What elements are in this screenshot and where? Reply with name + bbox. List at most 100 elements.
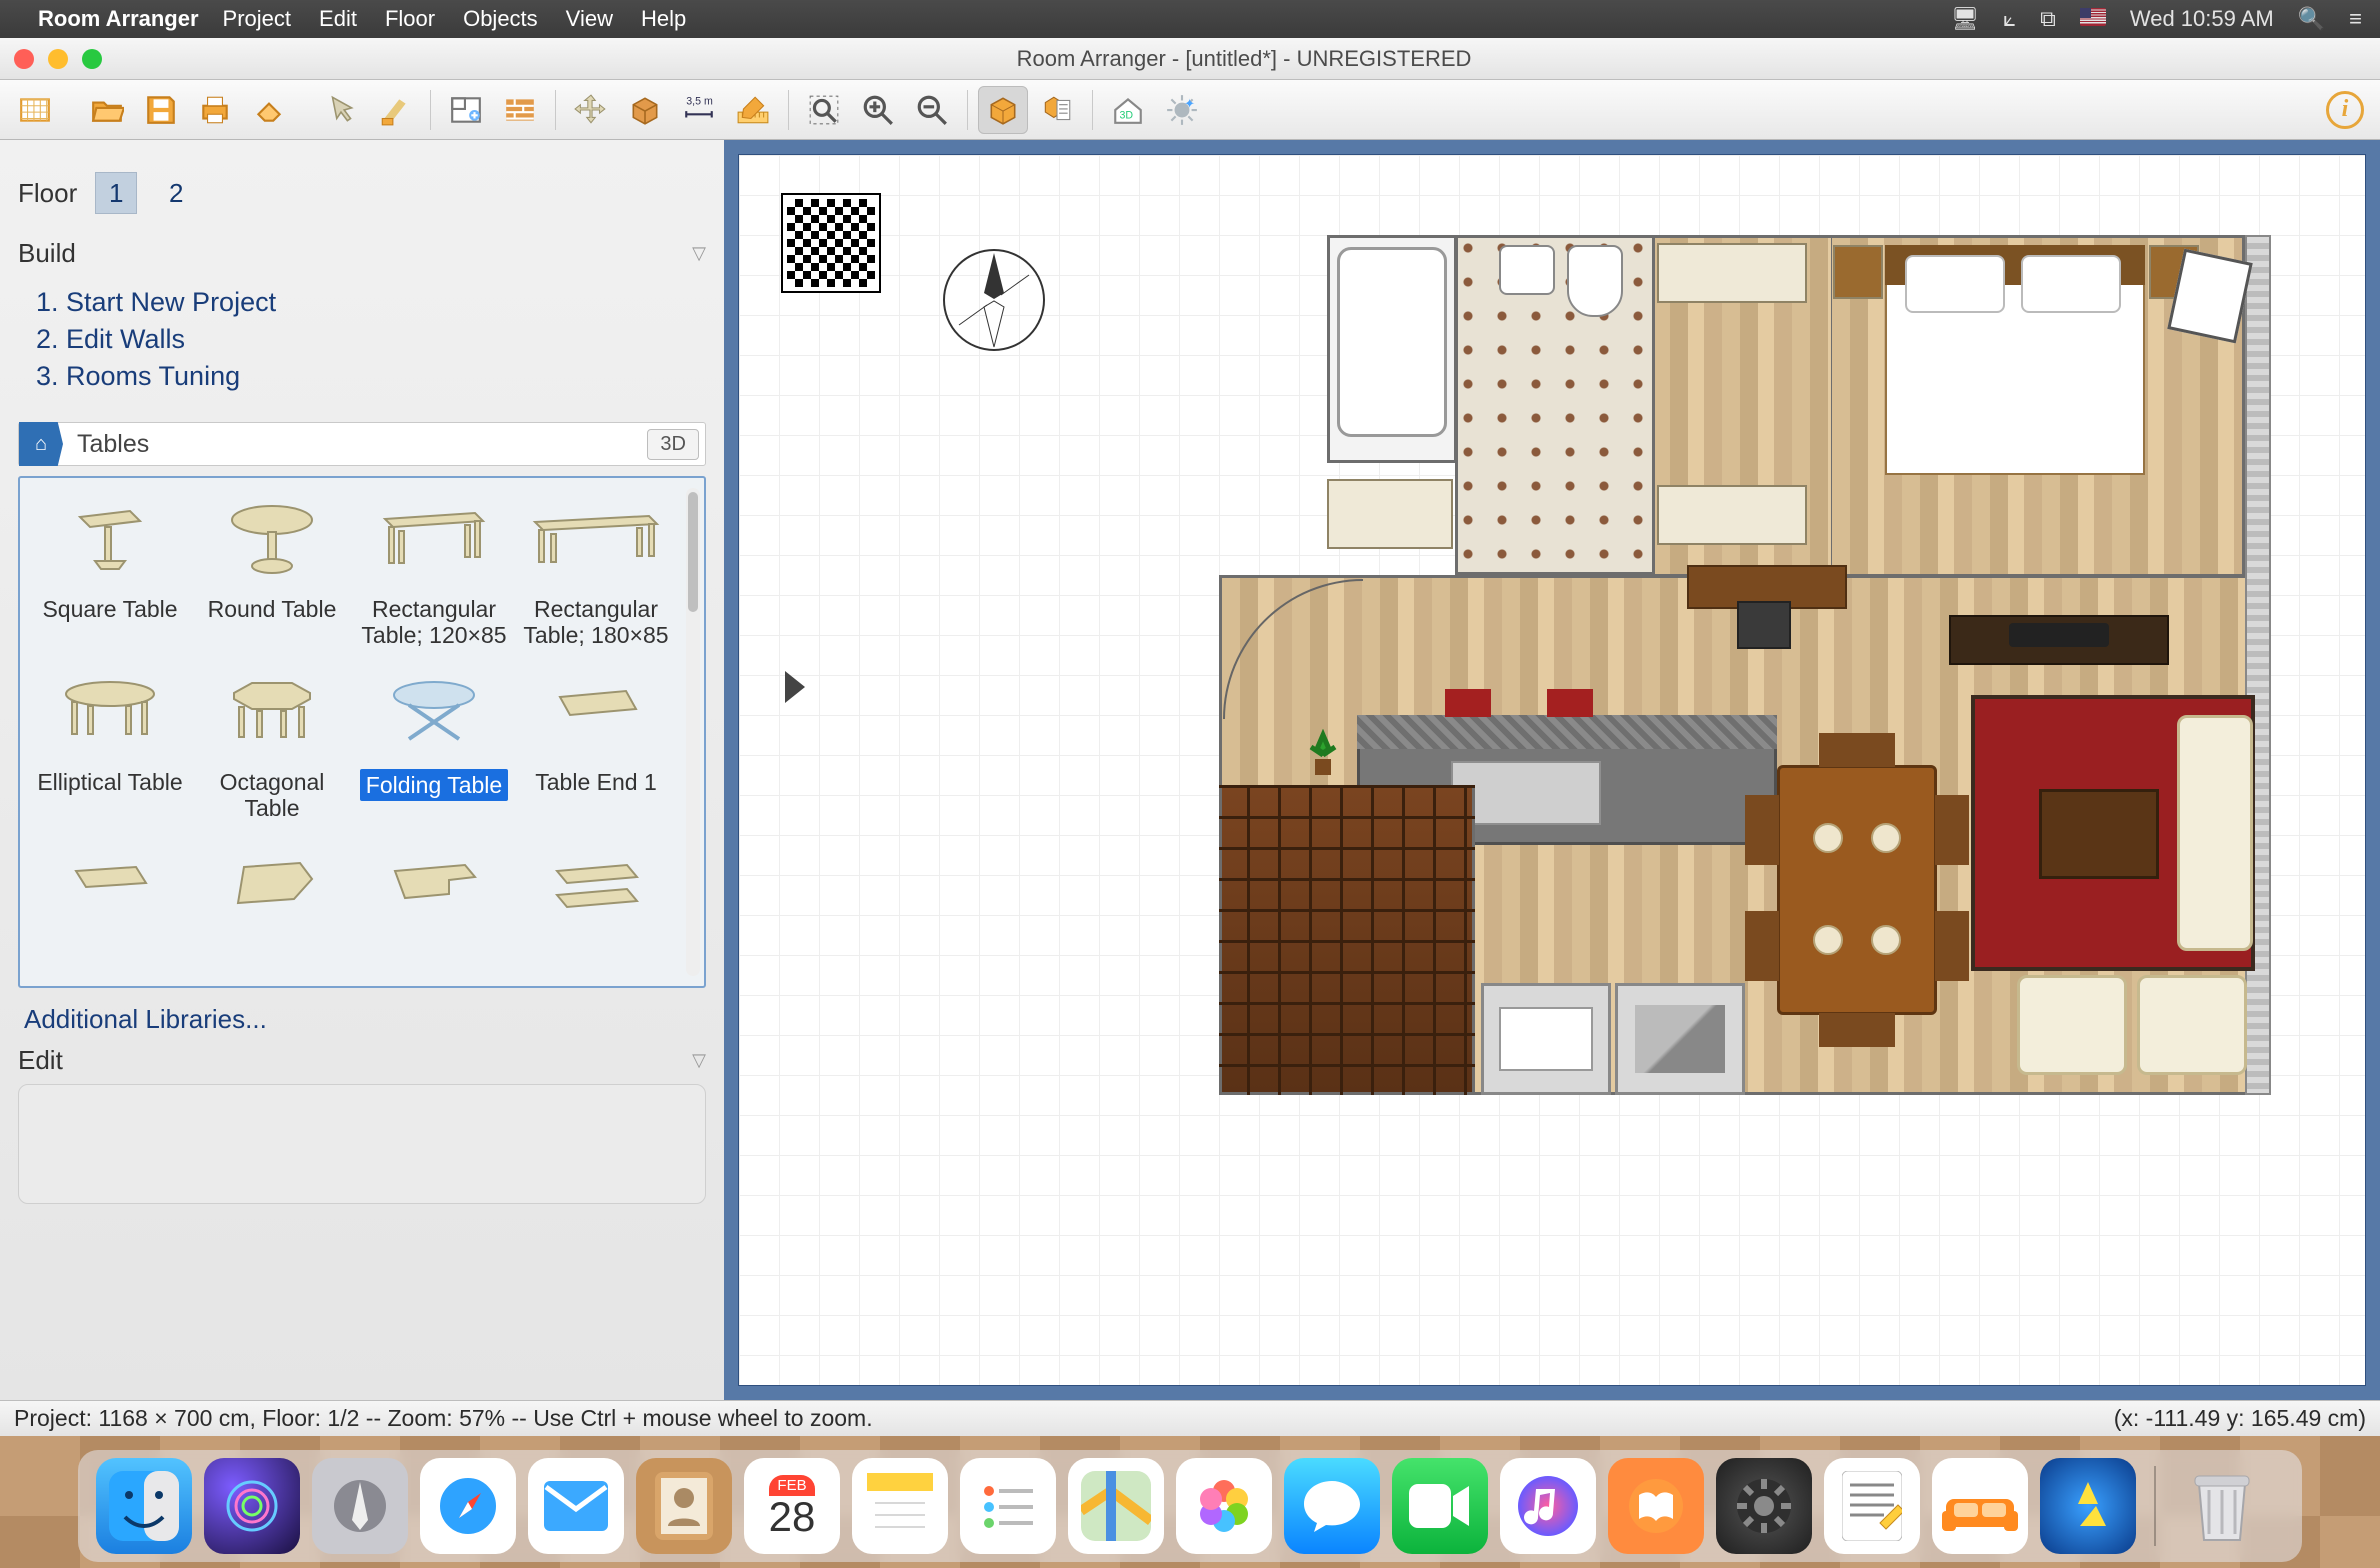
expand-panel-icon[interactable] bbox=[779, 667, 809, 707]
desktop-background: FEB28 bbox=[0, 1436, 2380, 1568]
zoom-fit-button[interactable] bbox=[799, 86, 849, 134]
category-bar: ⌂ Tables 3D bbox=[18, 422, 706, 466]
dock-app-icon[interactable] bbox=[2040, 1458, 2136, 1554]
zoom-in-button[interactable] bbox=[853, 86, 903, 134]
svg-text:✦: ✦ bbox=[1184, 95, 1195, 110]
display-icon[interactable]: 🖥 bbox=[1951, 6, 1979, 32]
build-step-edit-walls[interactable]: 2. Edit Walls bbox=[36, 324, 688, 355]
ruler-edit-button[interactable] bbox=[728, 86, 778, 134]
input-flag-icon[interactable] bbox=[2080, 6, 2106, 32]
category-home-icon[interactable]: ⌂ bbox=[19, 422, 63, 466]
floor-1-button[interactable]: 1 bbox=[95, 172, 137, 214]
category-name[interactable]: Tables bbox=[63, 430, 647, 459]
new-project-button[interactable] bbox=[10, 86, 60, 134]
dock-itunes-icon[interactable] bbox=[1500, 1458, 1596, 1554]
table-item-square[interactable]: Square Table bbox=[30, 488, 190, 655]
macos-dock: FEB28 bbox=[78, 1450, 2302, 1562]
dock-messages-icon[interactable] bbox=[1284, 1458, 1380, 1554]
menu-objects[interactable]: Objects bbox=[463, 6, 538, 32]
menu-list-icon[interactable]: ≡ bbox=[2349, 6, 2362, 32]
dock-maps-icon[interactable] bbox=[1068, 1458, 1164, 1554]
table-item-rect-120[interactable]: Rectangular Table; 120×85 bbox=[354, 488, 514, 655]
menu-edit[interactable]: Edit bbox=[319, 6, 357, 32]
floor-2-button[interactable]: 2 bbox=[155, 172, 197, 214]
table-item-11[interactable] bbox=[354, 834, 514, 948]
table-item-folding[interactable]: Folding Table bbox=[354, 661, 514, 828]
category-3d-toggle[interactable]: 3D bbox=[647, 429, 699, 460]
dock-reminders-icon[interactable] bbox=[960, 1458, 1056, 1554]
dock-room-arranger-icon[interactable] bbox=[1932, 1458, 2028, 1554]
object-gallery: Square Table Round Table Rectangular Tab… bbox=[18, 476, 706, 988]
dock-textedit-icon[interactable] bbox=[1824, 1458, 1920, 1554]
dock-siri-icon[interactable] bbox=[204, 1458, 300, 1554]
dock-facetime-icon[interactable] bbox=[1392, 1458, 1488, 1554]
dock-preferences-icon[interactable] bbox=[1716, 1458, 1812, 1554]
view-3d-cube-button[interactable] bbox=[978, 86, 1028, 134]
dock-photos-icon[interactable] bbox=[1176, 1458, 1272, 1554]
wall-button[interactable] bbox=[495, 86, 545, 134]
airplay-icon[interactable]: ⧉ bbox=[2040, 6, 2056, 32]
menu-floor[interactable]: Floor bbox=[385, 6, 435, 32]
open-button[interactable] bbox=[82, 86, 132, 134]
save-button[interactable] bbox=[136, 86, 186, 134]
folding-table-icon bbox=[356, 665, 512, 765]
dock-trash-icon[interactable] bbox=[2174, 1458, 2270, 1554]
build-section-header[interactable]: Build ▽ bbox=[18, 238, 706, 269]
compass-icon bbox=[939, 245, 1049, 355]
paint-button[interactable] bbox=[370, 86, 420, 134]
edit-properties-box bbox=[18, 1084, 706, 1204]
move-button[interactable] bbox=[566, 86, 616, 134]
additional-libraries-link[interactable]: Additional Libraries... bbox=[24, 1004, 700, 1035]
bluetooth-icon[interactable]: ⟀ bbox=[2003, 6, 2016, 32]
edit-label: Edit bbox=[18, 1045, 63, 1076]
info-button[interactable]: i bbox=[2320, 86, 2370, 134]
qr-code-icon bbox=[783, 195, 879, 291]
table-item-elliptical[interactable]: Elliptical Table bbox=[30, 661, 190, 828]
table-end1-icon bbox=[518, 665, 674, 765]
dock-ibooks-icon[interactable] bbox=[1608, 1458, 1704, 1554]
status-coordinates: (x: -111.49 y: 165.49 cm) bbox=[2114, 1405, 2366, 1432]
clear-button[interactable] bbox=[244, 86, 294, 134]
zoom-out-button[interactable] bbox=[907, 86, 957, 134]
table-item-rect-180[interactable]: Rectangular Table; 180×85 bbox=[516, 488, 676, 655]
dock-divider bbox=[2154, 1466, 2156, 1546]
window-close-button[interactable] bbox=[14, 49, 34, 69]
edit-section-header[interactable]: Edit ▽ bbox=[18, 1045, 706, 1076]
menu-view[interactable]: View bbox=[566, 6, 613, 32]
table-item-10[interactable] bbox=[192, 834, 352, 948]
table-item-round[interactable]: Round Table bbox=[192, 488, 352, 655]
effects-button[interactable]: ✦ bbox=[1157, 86, 1207, 134]
table-item-12[interactable] bbox=[516, 834, 676, 948]
print-button[interactable] bbox=[190, 86, 240, 134]
dock-launchpad-icon[interactable] bbox=[312, 1458, 408, 1554]
box-button[interactable] bbox=[620, 86, 670, 134]
room-setup-button[interactable] bbox=[441, 86, 491, 134]
window-zoom-button[interactable] bbox=[82, 49, 102, 69]
pointer-button[interactable] bbox=[316, 86, 366, 134]
dock-mail-icon[interactable] bbox=[528, 1458, 624, 1554]
view-3d-house-button[interactable]: 3D bbox=[1103, 86, 1153, 134]
view-list-button[interactable] bbox=[1032, 86, 1082, 134]
menubar-app-name[interactable]: Room Arranger bbox=[38, 6, 199, 32]
dock-safari-icon[interactable] bbox=[420, 1458, 516, 1554]
build-step-rooms-tuning[interactable]: 3. Rooms Tuning bbox=[36, 361, 688, 392]
dock-contacts-icon[interactable] bbox=[636, 1458, 732, 1554]
menu-project[interactable]: Project bbox=[223, 6, 291, 32]
svg-text:3D: 3D bbox=[1120, 109, 1134, 121]
dock-finder-icon[interactable] bbox=[96, 1458, 192, 1554]
menubar-clock[interactable]: Wed 10:59 AM bbox=[2130, 6, 2274, 32]
dimension-button[interactable]: 3,5 m bbox=[674, 86, 724, 134]
build-step-new-project[interactable]: 1. Start New Project bbox=[36, 287, 688, 318]
dock-notes-icon[interactable] bbox=[852, 1458, 948, 1554]
table-item-end1[interactable]: Table End 1 bbox=[516, 661, 676, 828]
table-item-octagonal[interactable]: Octagonal Table bbox=[192, 661, 352, 828]
menu-help[interactable]: Help bbox=[641, 6, 686, 32]
design-canvas[interactable] bbox=[738, 154, 2366, 1386]
dock-calendar-icon[interactable]: FEB28 bbox=[744, 1458, 840, 1554]
spotlight-icon[interactable]: 🔍 bbox=[2298, 6, 2325, 32]
window-minimize-button[interactable] bbox=[48, 49, 68, 69]
window-titlebar: Room Arranger - [untitled*] - UNREGISTER… bbox=[0, 38, 2380, 80]
table-item-9[interactable] bbox=[30, 834, 190, 948]
gallery-scrollbar[interactable] bbox=[686, 488, 700, 976]
design-canvas-wrap bbox=[724, 140, 2380, 1400]
